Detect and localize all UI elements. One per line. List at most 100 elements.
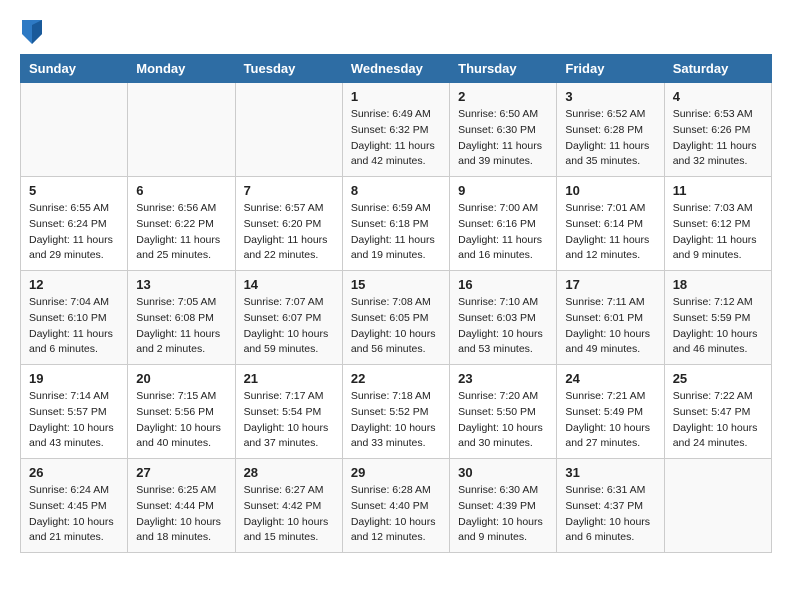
calendar-cell: 11Sunrise: 7:03 AM Sunset: 6:12 PM Dayli… [664,177,771,271]
calendar-cell [128,83,235,177]
calendar-week-row: 12 Sunrise: 7:04 AM Sunset: 6:10 PM Dayli… [21,271,772,365]
calendar-week-row: 19 Sunrise: 7:14 AM Sunset: 5:57 PM Dayli… [21,365,772,459]
calendar-cell: 27Sunrise: 6:25 AM Sunset: 4:44 PM Dayli… [128,459,235,553]
calendar-cell: 23 Sunrise: 7:20 AM Sunset: 5:50 PM Dayli… [450,365,557,459]
day-info: Sunrise: 6:55 AM Sunset: 6:24 PM Dayligh… [29,201,119,264]
calendar-cell: 25 Sunrise: 7:22 AM Sunset: 5:47 PM Dayli… [664,365,771,459]
day-info: Sunrise: 7:10 AM Sunset: 6:03 PM Dayligh… [458,295,548,358]
weekday-header-friday: Friday [557,55,664,83]
day-info: Sunrise: 7:15 AM Sunset: 5:56 PM Dayligh… [136,389,226,452]
day-number: 25 [673,371,763,386]
day-info: Sunrise: 7:11 AM Sunset: 6:01 PM Dayligh… [565,295,655,358]
day-info: Sunrise: 7:17 AM Sunset: 5:54 PM Dayligh… [244,389,334,452]
calendar-cell: 19 Sunrise: 7:14 AM Sunset: 5:57 PM Dayli… [21,365,128,459]
day-info: Sunrise: 6:31 AM Sunset: 4:37 PM Dayligh… [565,483,655,546]
calendar-cell: 5 Sunrise: 6:55 AM Sunset: 6:24 PM Daylig… [21,177,128,271]
calendar-week-row: 5 Sunrise: 6:55 AM Sunset: 6:24 PM Daylig… [21,177,772,271]
weekday-header-row: SundayMondayTuesdayWednesdayThursdayFrid… [21,55,772,83]
day-number: 16 [458,277,548,292]
day-info: Sunrise: 7:07 AM Sunset: 6:07 PM Dayligh… [244,295,334,358]
calendar-cell: 2 Sunrise: 6:50 AM Sunset: 6:30 PM Daylig… [450,83,557,177]
calendar-cell: 10Sunrise: 7:01 AM Sunset: 6:14 PM Dayli… [557,177,664,271]
weekday-header-thursday: Thursday [450,55,557,83]
day-info: Sunrise: 6:24 AM Sunset: 4:45 PM Dayligh… [29,483,119,546]
weekday-header-sunday: Sunday [21,55,128,83]
calendar-cell: 13Sunrise: 7:05 AM Sunset: 6:08 PM Dayli… [128,271,235,365]
calendar-cell: 18 Sunrise: 7:12 AM Sunset: 5:59 PM Dayli… [664,271,771,365]
day-number: 18 [673,277,763,292]
day-info: Sunrise: 7:00 AM Sunset: 6:16 PM Dayligh… [458,201,548,264]
page-header [20,20,772,44]
day-info: Sunrise: 6:25 AM Sunset: 4:44 PM Dayligh… [136,483,226,546]
day-number: 21 [244,371,334,386]
day-info: Sunrise: 6:49 AM Sunset: 6:32 PM Dayligh… [351,107,441,170]
day-number: 29 [351,465,441,480]
day-number: 2 [458,89,548,104]
day-number: 20 [136,371,226,386]
day-info: Sunrise: 7:04 AM Sunset: 6:10 PM Dayligh… [29,295,119,358]
calendar-cell [235,83,342,177]
day-number: 31 [565,465,655,480]
day-number: 8 [351,183,441,198]
calendar-cell: 22Sunrise: 7:18 AM Sunset: 5:52 PM Dayli… [342,365,449,459]
calendar-cell: 8 Sunrise: 6:59 AM Sunset: 6:18 PM Daylig… [342,177,449,271]
calendar-cell: 30 Sunrise: 6:30 AM Sunset: 4:39 PM Dayli… [450,459,557,553]
calendar-cell [664,459,771,553]
day-info: Sunrise: 7:22 AM Sunset: 5:47 PM Dayligh… [673,389,763,452]
calendar-cell: 9 Sunrise: 7:00 AM Sunset: 6:16 PM Daylig… [450,177,557,271]
day-number: 13 [136,277,226,292]
day-info: Sunrise: 6:30 AM Sunset: 4:39 PM Dayligh… [458,483,548,546]
day-info: Sunrise: 6:57 AM Sunset: 6:20 PM Dayligh… [244,201,334,264]
day-number: 4 [673,89,763,104]
day-number: 7 [244,183,334,198]
calendar-cell: 4 Sunrise: 6:53 AM Sunset: 6:26 PM Daylig… [664,83,771,177]
day-info: Sunrise: 6:52 AM Sunset: 6:28 PM Dayligh… [565,107,655,170]
calendar-cell: 15Sunrise: 7:08 AM Sunset: 6:05 PM Dayli… [342,271,449,365]
day-number: 14 [244,277,334,292]
calendar-cell: 21 Sunrise: 7:17 AM Sunset: 5:54 PM Dayli… [235,365,342,459]
calendar-week-row: 1 Sunrise: 6:49 AM Sunset: 6:32 PM Daylig… [21,83,772,177]
day-number: 10 [565,183,655,198]
day-info: Sunrise: 6:53 AM Sunset: 6:26 PM Dayligh… [673,107,763,170]
day-number: 12 [29,277,119,292]
day-info: Sunrise: 6:27 AM Sunset: 4:42 PM Dayligh… [244,483,334,546]
day-number: 24 [565,371,655,386]
day-number: 19 [29,371,119,386]
day-info: Sunrise: 7:21 AM Sunset: 5:49 PM Dayligh… [565,389,655,452]
calendar-cell: 14 Sunrise: 7:07 AM Sunset: 6:07 PM Dayli… [235,271,342,365]
day-number: 5 [29,183,119,198]
day-number: 9 [458,183,548,198]
day-info: Sunrise: 7:14 AM Sunset: 5:57 PM Dayligh… [29,389,119,452]
calendar-cell: 29Sunrise: 6:28 AM Sunset: 4:40 PM Dayli… [342,459,449,553]
day-number: 17 [565,277,655,292]
calendar-cell: 1 Sunrise: 6:49 AM Sunset: 6:32 PM Daylig… [342,83,449,177]
day-info: Sunrise: 7:20 AM Sunset: 5:50 PM Dayligh… [458,389,548,452]
calendar-cell: 17 Sunrise: 7:11 AM Sunset: 6:01 PM Dayli… [557,271,664,365]
calendar-cell: 31 Sunrise: 6:31 AM Sunset: 4:37 PM Dayli… [557,459,664,553]
day-number: 23 [458,371,548,386]
weekday-header-monday: Monday [128,55,235,83]
day-info: Sunrise: 6:59 AM Sunset: 6:18 PM Dayligh… [351,201,441,264]
calendar-table: SundayMondayTuesdayWednesdayThursdayFrid… [20,54,772,553]
calendar-cell: 20 Sunrise: 7:15 AM Sunset: 5:56 PM Dayli… [128,365,235,459]
calendar-week-row: 26Sunrise: 6:24 AM Sunset: 4:45 PM Dayli… [21,459,772,553]
day-number: 22 [351,371,441,386]
day-number: 15 [351,277,441,292]
day-info: Sunrise: 7:12 AM Sunset: 5:59 PM Dayligh… [673,295,763,358]
logo [20,20,44,44]
day-info: Sunrise: 7:03 AM Sunset: 6:12 PM Dayligh… [673,201,763,264]
day-info: Sunrise: 6:50 AM Sunset: 6:30 PM Dayligh… [458,107,548,170]
day-number: 3 [565,89,655,104]
calendar-cell: 12 Sunrise: 7:04 AM Sunset: 6:10 PM Dayli… [21,271,128,365]
calendar-cell [21,83,128,177]
day-number: 30 [458,465,548,480]
weekday-header-tuesday: Tuesday [235,55,342,83]
logo-icon [22,20,42,44]
calendar-cell: 24 Sunrise: 7:21 AM Sunset: 5:49 PM Dayli… [557,365,664,459]
calendar-cell: 26Sunrise: 6:24 AM Sunset: 4:45 PM Dayli… [21,459,128,553]
day-number: 1 [351,89,441,104]
calendar-cell: 28 Sunrise: 6:27 AM Sunset: 4:42 PM Dayli… [235,459,342,553]
weekday-header-saturday: Saturday [664,55,771,83]
day-number: 6 [136,183,226,198]
day-number: 28 [244,465,334,480]
